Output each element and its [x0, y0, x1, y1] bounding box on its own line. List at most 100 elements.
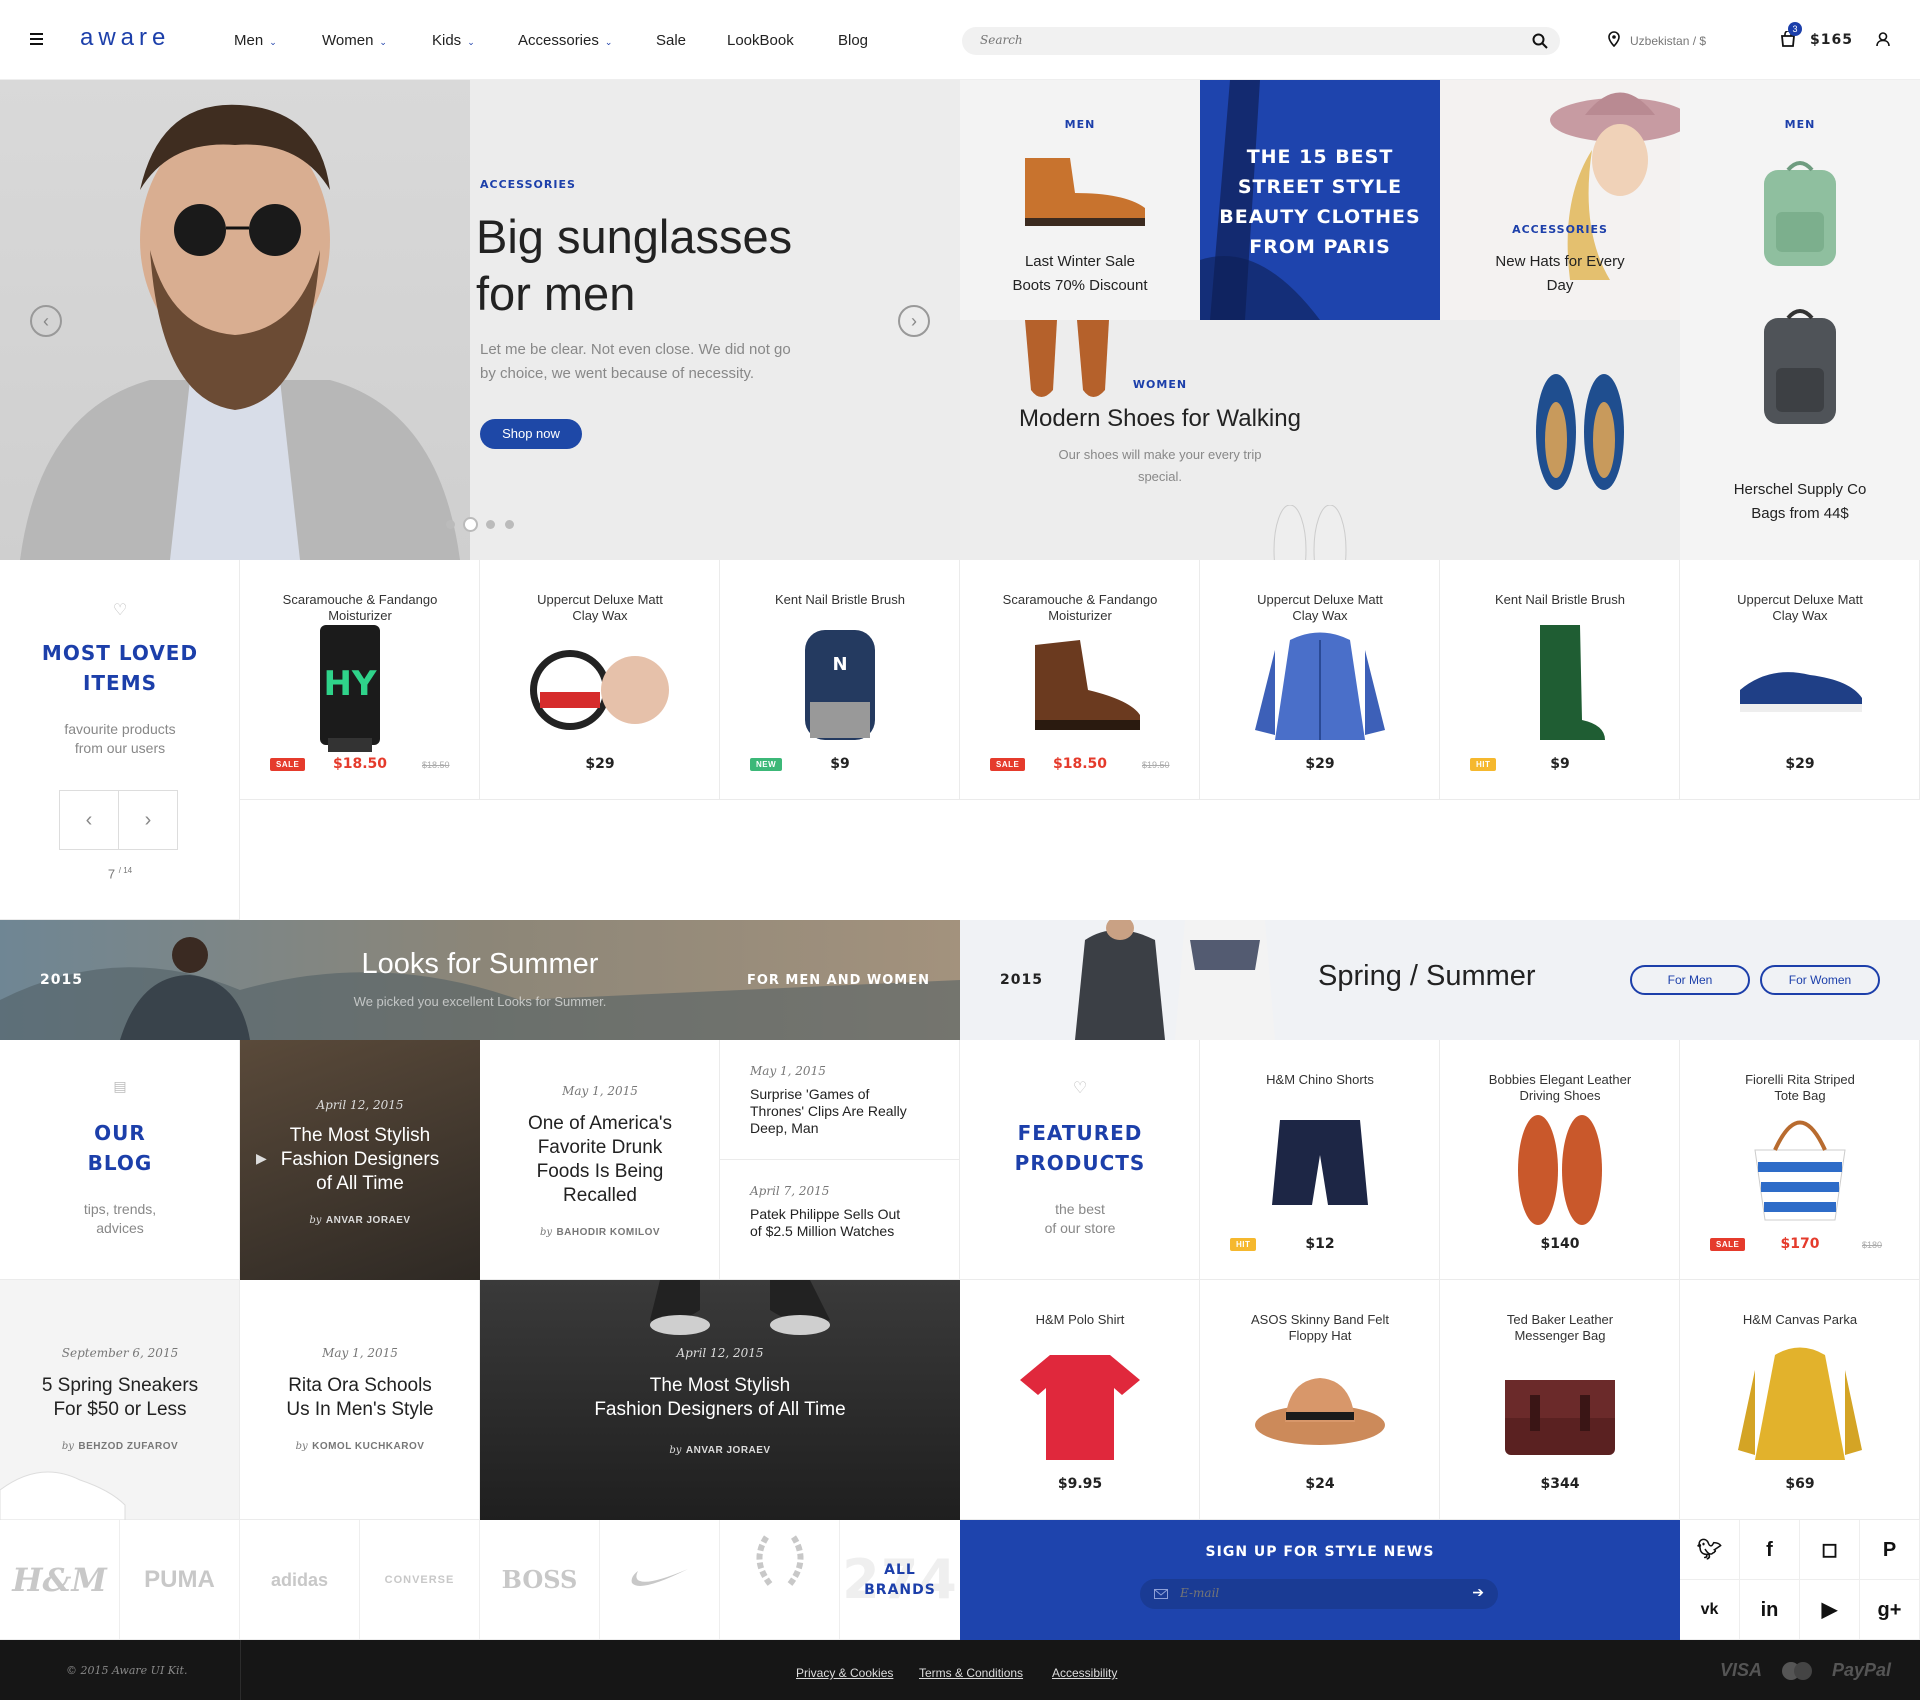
brand-logo-boss[interactable]: BOSS [480, 1520, 600, 1640]
promo-text-line: Herschel Supply Co [1733, 481, 1867, 498]
product-card[interactable]: Uppercut Deluxe Matt Clay Wax $29 [1680, 560, 1920, 800]
slider-dot[interactable] [486, 520, 495, 529]
nav-kids[interactable]: Kids ⌄ [432, 32, 475, 49]
product-price: $140 [1540, 1236, 1580, 1252]
brands-strip: H&M PUMA adidas CONVERSE BOSS 274 ALL BR… [0, 1520, 960, 1640]
post-title-line: Rita Ora Schools [288, 1375, 432, 1396]
product-name-line: Kent Nail Bristle Brush [1494, 592, 1626, 607]
shop-now-button[interactable]: Shop now [480, 419, 582, 449]
product-card[interactable]: Ted Baker Leather Messenger Bag $344 [1440, 1280, 1680, 1520]
brand-logo-converse[interactable]: CONVERSE [360, 1520, 480, 1640]
brand-logo-fredperry[interactable] [720, 1520, 840, 1640]
email-input[interactable] [1180, 1586, 1440, 1600]
search-icon[interactable] [1532, 33, 1548, 49]
youtube-icon[interactable]: ▶ [1800, 1580, 1860, 1640]
post-by: by [61, 1441, 74, 1452]
user-icon[interactable] [1876, 32, 1890, 46]
product-image [530, 650, 669, 730]
product-card[interactable]: H&M Chino Shorts HIT $12 [1200, 1040, 1440, 1280]
logo[interactable]: aware [80, 24, 170, 52]
product-card[interactable]: Kent Nail Bristle Brush HIT $9 [1440, 560, 1680, 800]
product-card[interactable]: Uppercut Deluxe Matt Clay Wax $29 [480, 560, 720, 800]
brand-logo-nike[interactable] [600, 1520, 720, 1640]
promo-men-bags[interactable]: MEN Herschel Supply Co Bags from 44$ [1680, 80, 1920, 560]
product-card[interactable]: ASOS Skinny Band Felt Floppy Hat $24 [1200, 1280, 1440, 1520]
arrow-right-icon[interactable]: ➔ [1472, 1584, 1484, 1601]
brand-logo-adidas[interactable]: adidas [240, 1520, 360, 1640]
nav-men[interactable]: Men ⌄ [234, 32, 277, 49]
instagram-icon[interactable]: ◻ [1800, 1520, 1860, 1580]
location-selector[interactable]: Uzbekistan / $ [1630, 34, 1706, 48]
post-author: by BEHZOD ZUFAROV [0, 1436, 240, 1454]
blog-post-card[interactable]: September 6, 2015 5 Spring Sneakers For … [0, 1280, 240, 1520]
hero-prev-button[interactable]: ‹ [30, 305, 62, 337]
google-plus-icon[interactable]: g+ [1860, 1580, 1920, 1640]
brand-logo-hm[interactable]: H&M [0, 1520, 120, 1640]
product-card[interactable]: Fiorelli Rita Striped Tote Bag SALE $170 $… [1680, 1040, 1920, 1280]
product-card[interactable]: Uppercut Deluxe Matt Clay Wax $29 [1200, 560, 1440, 800]
blog-post-small[interactable]: May 1, 2015 Surprise 'Games of Thrones' … [720, 1040, 960, 1160]
blog-post-small[interactable]: April 7, 2015 Patek Philippe Sells Out o… [720, 1160, 960, 1280]
product-name[interactable]: H&M Canvas Parka [1700, 1312, 1900, 1328]
looks-for-summer-banner[interactable]: 2015 Looks for Summer We picked you exce… [0, 920, 960, 1040]
nav-sale[interactable]: Sale [656, 32, 686, 49]
twitter-icon[interactable]: 🐦︎ [1680, 1520, 1740, 1580]
product-price: $12 [1305, 1236, 1335, 1252]
product-card[interactable]: H&M Polo Shirt $9.95 [960, 1280, 1200, 1520]
nav-blog[interactable]: Blog [838, 32, 868, 49]
for-women-button[interactable]: For Women [1760, 965, 1880, 995]
cart-count-badge: 3 [1788, 22, 1802, 36]
blog-post-card-dark[interactable]: April 12, 2015 The Most Stylish Fashion … [480, 1280, 960, 1520]
social-grid: 🐦︎ f ◻ P vk in ▶ g+ [1680, 1520, 1920, 1640]
search-input[interactable] [980, 33, 1480, 47]
pinterest-icon[interactable]: P [1860, 1520, 1920, 1580]
cart-total[interactable]: $165 [1810, 32, 1853, 48]
product-name-line: Scaramouche & Fandango [1002, 592, 1158, 607]
post-title-line: The Most Stylish [649, 1375, 791, 1396]
blog-post-card[interactable]: May 1, 2015 Rita Ora Schools Us In Men's… [240, 1280, 480, 1520]
product-card[interactable]: H&M Canvas Parka $69 [1680, 1280, 1920, 1520]
promo-women-shoes[interactable]: WOMEN Modern Shoes for Walking Our shoes… [960, 320, 1680, 560]
nav-lookbook[interactable]: LookBook [727, 32, 794, 49]
newsletter-panel: SIGN UP FOR STYLE NEWS ➔ [960, 1520, 1680, 1640]
product-name[interactable]: Kent Nail Bristle Brush [1460, 592, 1660, 608]
carousel-next-button[interactable]: › [118, 790, 178, 850]
post-title: The Most Stylish Fashion Designers of Al… [480, 1374, 960, 1422]
blog-post-card[interactable]: May 1, 2015 One of America's Favorite Dr… [480, 1040, 720, 1280]
blog-post-card-dark[interactable]: ▶ April 12, 2015 The Most Stylish Fashio… [240, 1040, 480, 1280]
promo-text-line: Boots 70% Discount [1012, 277, 1148, 294]
footer-link-privacy[interactable]: Privacy & Cookies [796, 1666, 893, 1680]
all-brands-link[interactable]: 274 ALL BRANDS [840, 1520, 960, 1640]
slider-dot-active[interactable] [463, 517, 478, 532]
brand-logo-puma[interactable]: PUMA [120, 1520, 240, 1640]
product-name[interactable]: H&M Polo Shirt [980, 1312, 1180, 1328]
product-card[interactable]: Bobbies Elegant Leather Driving Shoes $1… [1440, 1040, 1680, 1280]
vk-icon[interactable]: vk [1680, 1580, 1740, 1640]
section-title: OUR BLOG [0, 1118, 240, 1178]
promo-hats[interactable]: ACCESSORIES New Hats for Every Day [1440, 80, 1680, 320]
slider-dot[interactable] [446, 520, 455, 529]
promo-street-style[interactable]: THE 15 BEST STREET STYLE BEAUTY CLOTHES … [1200, 80, 1440, 320]
product-card[interactable]: Kent Nail Bristle Brush N NEW $9 [720, 560, 960, 800]
menu-icon[interactable] [30, 33, 43, 45]
hero-next-button[interactable]: › [898, 305, 930, 337]
promo-men-boots[interactable]: MEN Last Winter Sale Boots 70% Discount [960, 80, 1200, 320]
linkedin-icon[interactable]: in [1740, 1580, 1800, 1640]
product-name[interactable]: H&M Chino Shorts [1220, 1072, 1420, 1088]
all-brands-label-line: ALL [884, 1562, 916, 1578]
product-name-line: Ted Baker Leather [1506, 1312, 1614, 1327]
footer-link-accessibility[interactable]: Accessibility [1052, 1666, 1117, 1680]
for-men-button[interactable]: For Men [1630, 965, 1750, 995]
footer-link-terms[interactable]: Terms & Conditions [919, 1666, 1023, 1680]
nav-women[interactable]: Women ⌄ [322, 32, 387, 49]
carousel-prev-button[interactable]: ‹ [59, 790, 119, 850]
slider-dot[interactable] [505, 520, 514, 529]
product-card[interactable]: Scaramouche & Fandango Moisturizer HY SAL… [240, 560, 480, 800]
post-by: by [295, 1441, 308, 1452]
nav-accessories[interactable]: Accessories ⌄ [518, 32, 612, 49]
product-name[interactable]: Kent Nail Bristle Brush [740, 592, 940, 608]
header: aware Men ⌄ Women ⌄ Kids ⌄ Accessories ⌄ Sal… [0, 0, 1920, 80]
product-card[interactable]: Scaramouche & Fandango Moisturizer SALE $… [960, 560, 1200, 800]
facebook-icon[interactable]: f [1740, 1520, 1800, 1580]
section-title-line: BLOG [87, 1151, 153, 1175]
